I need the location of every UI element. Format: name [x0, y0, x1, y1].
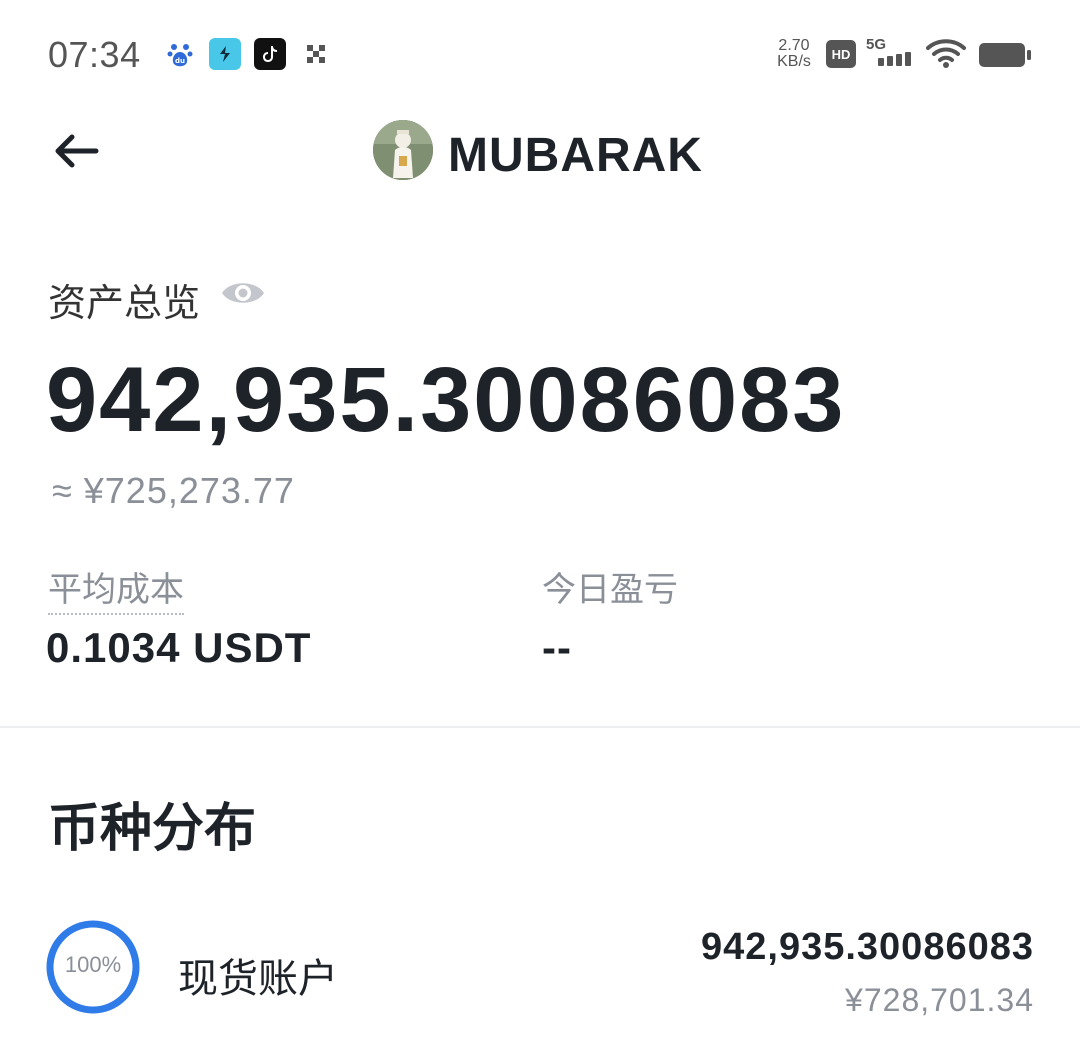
account-name: 现货账户: [178, 956, 338, 1002]
avg-cost-value: 0.1034 USDT: [46, 624, 312, 671]
wifi-icon: [926, 38, 966, 75]
x-app-icon: [300, 38, 332, 70]
network-speed-unit: KB/s: [777, 53, 811, 70]
account-amount: 942,935.30086083: [701, 926, 1034, 968]
eye-icon[interactable]: [220, 276, 266, 310]
network-speed-value: 2.70: [778, 37, 810, 54]
account-percent: 100%: [64, 952, 122, 977]
tiktok-icon: [254, 38, 286, 70]
relay-app-icon: [209, 38, 241, 70]
total-balance: 942,935.30086083: [46, 349, 846, 451]
page-title: MUBARAK: [448, 129, 703, 182]
svg-text:du: du: [175, 57, 185, 65]
arrow-left-icon: [55, 134, 99, 168]
baidu-icon: du: [164, 38, 196, 70]
today-pnl-label: 今日盈亏: [542, 570, 678, 610]
network-type: 5G: [866, 36, 887, 53]
section-divider: [0, 726, 1080, 728]
total-balance-fiat: ≈ ¥725,273.77: [52, 470, 295, 511]
asset-detail-page: 07:34 du 2.70 KB/s HD 5G MUBARAK 资产总览 94…: [0, 0, 1080, 1044]
distribution-title: 币种分布: [48, 799, 257, 859]
coin-logo-icon: [373, 120, 433, 180]
avg-cost-label[interactable]: 平均成本: [48, 562, 184, 615]
back-button[interactable]: [48, 126, 104, 176]
battery-icon: [978, 42, 1031, 68]
hd-badge: HD: [826, 40, 856, 68]
account-fiat: ¥728,701.34: [845, 982, 1034, 1018]
status-time: 07:34: [48, 34, 141, 75]
asset-overview-label: 资产总览: [48, 281, 201, 325]
network-speed: 2.70 KB/s: [772, 38, 816, 70]
signal-icon: [878, 52, 911, 66]
account-row-spot[interactable]: 100% 现货账户 942,935.30086083 ¥728,701.34: [0, 900, 1080, 1040]
today-pnl-value: --: [542, 624, 572, 671]
status-bar: 07:34 du 2.70 KB/s HD 5G: [0, 0, 1080, 100]
